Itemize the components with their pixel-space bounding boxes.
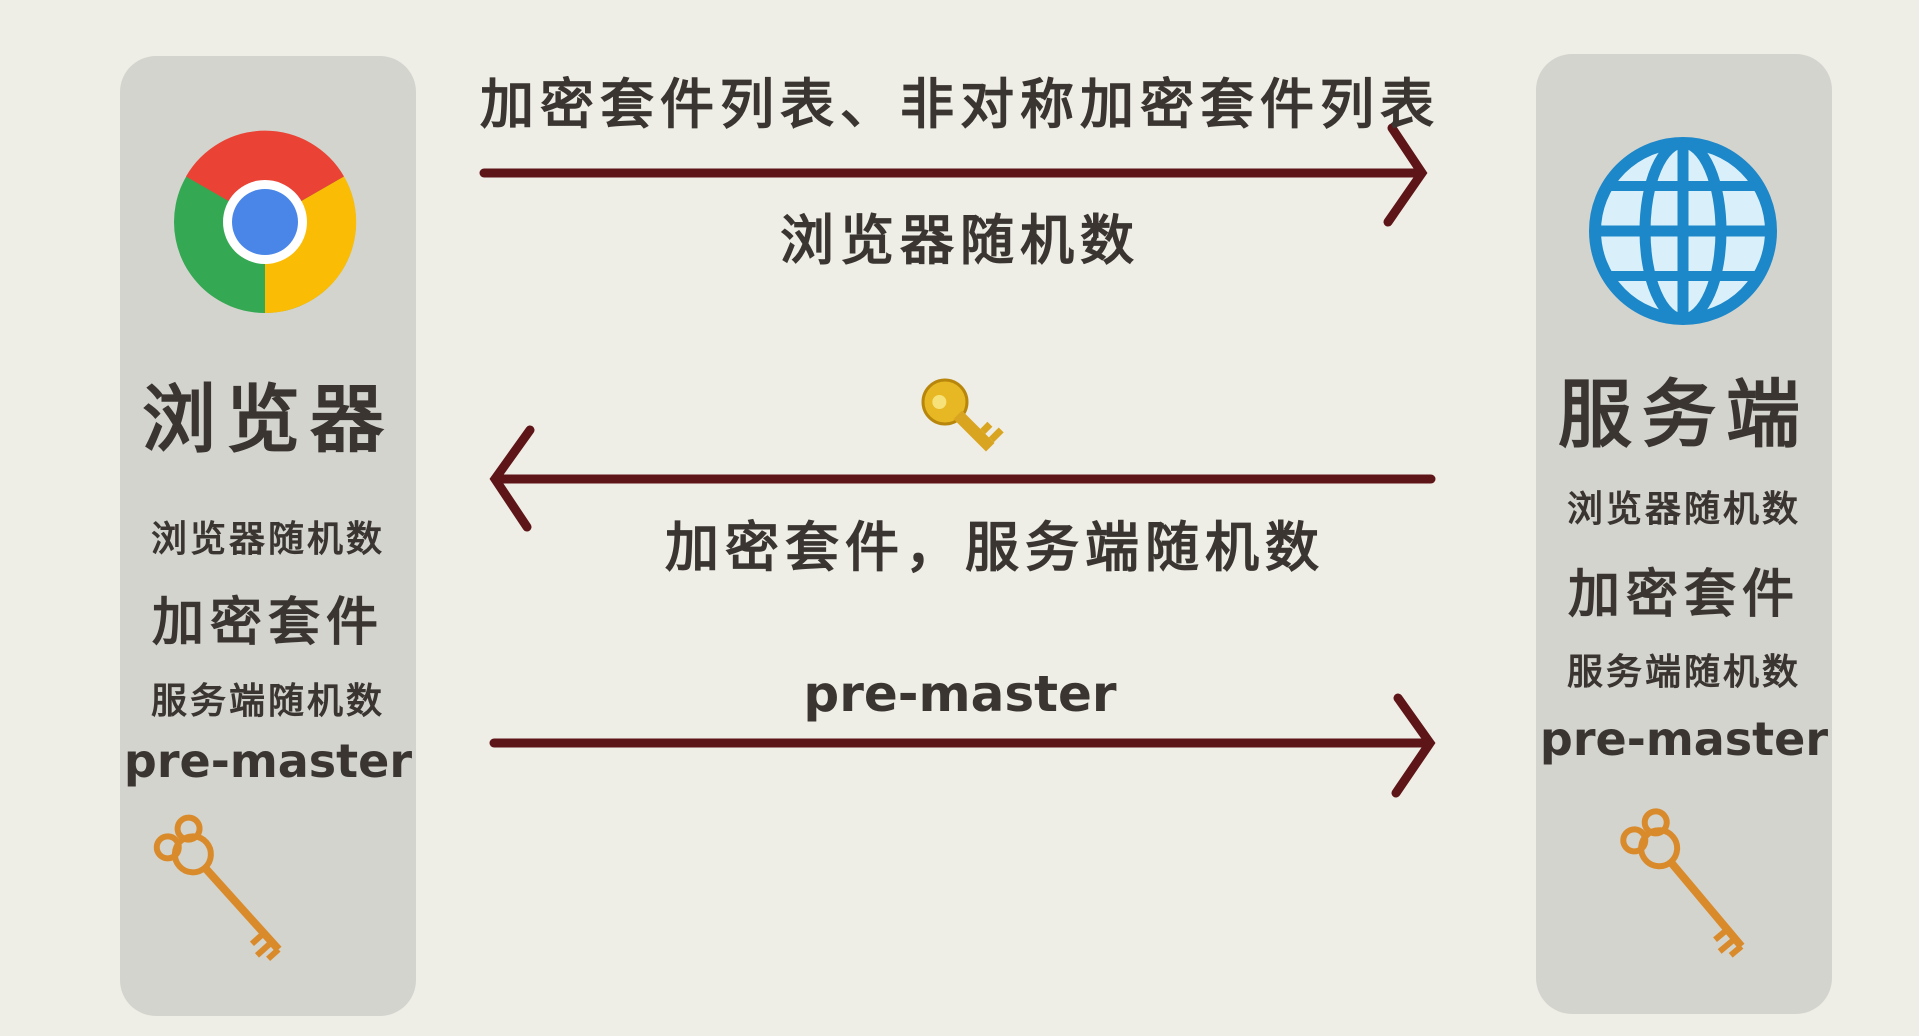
- server-item-pre-master: pre-master: [1539, 712, 1829, 766]
- browser-item-cipher-suite: 加密套件: [151, 592, 384, 653]
- diagram-canvas: 浏览器 浏览器随机数 加密套件 服务端随机数 pre-master 服务端 浏览…: [0, 0, 1919, 1036]
- server-item-client-random: 浏览器随机数: [1566, 488, 1801, 530]
- globe-icon: [1589, 137, 1777, 325]
- ornate-key-icon: [153, 814, 282, 962]
- browser-item-client-random: 浏览器随机数: [150, 518, 385, 560]
- chrome-icon: [174, 130, 357, 314]
- server-title: 服务端: [1558, 372, 1810, 458]
- key-icon: [921, 378, 1004, 452]
- server-item-cipher-suite: 加密套件: [1567, 564, 1800, 625]
- browser-item-pre-master: pre-master: [123, 734, 413, 788]
- ornate-key-icon: [1620, 808, 1745, 958]
- browser-title: 浏览器: [142, 377, 394, 463]
- message-pre-master: pre-master: [803, 665, 1117, 723]
- message-client-hello-bottom: 浏览器随机数: [780, 208, 1140, 272]
- server-item-server-random: 服务端随机数: [1566, 651, 1801, 693]
- message-client-hello-top: 加密套件列表、非对称加密套件列表: [480, 72, 1440, 136]
- message-server-hello: 加密套件，服务端随机数: [665, 515, 1325, 579]
- browser-item-server-random: 服务端随机数: [150, 680, 385, 722]
